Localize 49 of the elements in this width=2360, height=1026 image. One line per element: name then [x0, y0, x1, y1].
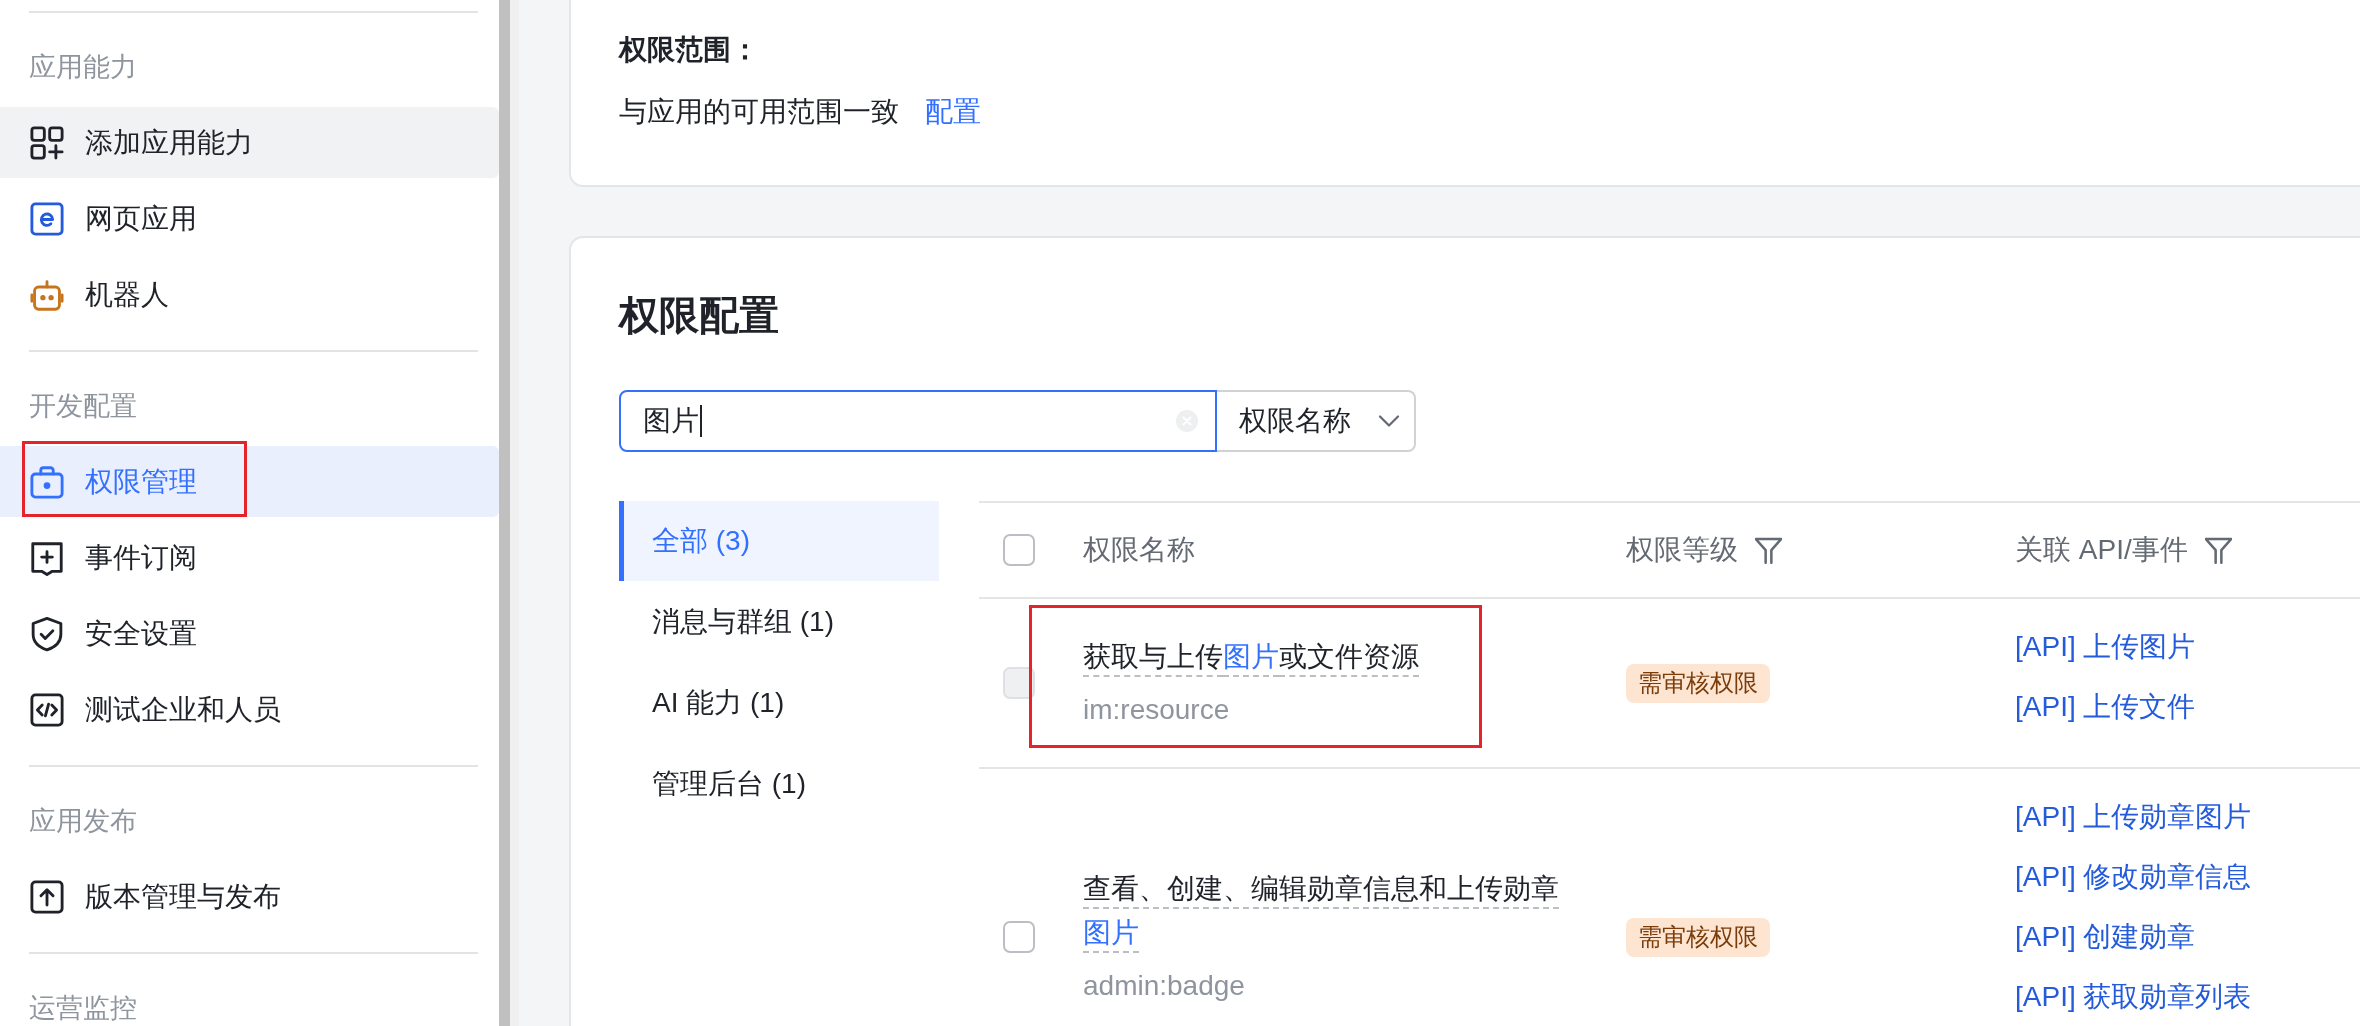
permission-name: 获取与上传图片或文件资源: [1083, 639, 1419, 674]
permission-key: im:resource: [1083, 687, 1230, 732]
scope-text: 与应用的可用范围一致: [619, 95, 899, 129]
sidebar-item[interactable]: 事件订阅: [0, 522, 499, 593]
sidebar-item[interactable]: 安全设置: [0, 598, 499, 669]
permission-level-tag: 需审核权限: [1626, 917, 1770, 957]
chevron-down-icon: [1378, 415, 1400, 427]
permission-key: admin:badge: [1083, 963, 1245, 1008]
text-cursor-icon: [700, 405, 702, 437]
section-title: 权限配置: [619, 292, 779, 339]
section-label: 开发配置: [28, 390, 138, 423]
api-link[interactable]: [API] 创建勋章: [2015, 907, 2196, 967]
section-label: 应用发布: [28, 805, 138, 838]
sidebar-item[interactable]: 添加应用能力: [0, 107, 499, 178]
sidebar-item[interactable]: 版本管理与发布: [0, 861, 499, 932]
scrollbar-thumb[interactable]: [499, 0, 510, 1026]
api-link[interactable]: [API] 修改勋章信息: [2015, 847, 2252, 907]
sidebar-item[interactable]: 机器人: [0, 259, 499, 330]
search-field[interactable]: 图片: [619, 390, 1217, 452]
column-header: 权限等级: [1626, 533, 1738, 567]
shield-check-icon: [31, 617, 63, 650]
scope-label: 权限范围：: [619, 33, 759, 67]
configure-link[interactable]: 配置: [925, 92, 981, 132]
permission-level-tag: 需审核权限: [1626, 663, 1770, 703]
column-header: 权限名称: [1083, 533, 1195, 567]
code-square-icon: [31, 693, 63, 726]
column-header: 关联 API/事件: [2015, 533, 2188, 567]
filter-icon[interactable]: [2204, 536, 2232, 564]
category-item[interactable]: AI 能力 (1): [619, 663, 939, 743]
permission-name: 查看、创建、编辑勋章信息和上传勋章 图片: [1083, 871, 1560, 950]
section-label: 应用能力: [28, 51, 138, 84]
arrow-up-square-icon: [31, 880, 63, 913]
e-square-icon: [31, 202, 63, 235]
search-scope-select[interactable]: 权限名称: [1217, 390, 1416, 452]
sidebar-item[interactable]: 测试企业和人员: [0, 674, 499, 745]
square-plus-icon: [31, 541, 63, 574]
grid-plus-icon: [31, 126, 63, 159]
filter-icon[interactable]: [1755, 536, 1782, 564]
section-label: 运营监控: [28, 992, 138, 1025]
checkbox[interactable]: [1003, 921, 1035, 953]
category-item[interactable]: 消息与群组 (1): [619, 582, 939, 662]
api-link[interactable]: [API] 获取勋章列表: [2015, 967, 2252, 1026]
category-item[interactable]: 管理后台 (1): [619, 744, 939, 824]
sidebar-item[interactable]: 网页应用: [0, 183, 499, 254]
category-item[interactable]: 全部 (3): [619, 501, 939, 581]
api-link[interactable]: [API] 上传勋章图片: [2015, 787, 2252, 847]
robot-icon: [31, 278, 63, 311]
briefcase-icon: [31, 465, 63, 498]
checkbox[interactable]: [1003, 534, 1035, 566]
